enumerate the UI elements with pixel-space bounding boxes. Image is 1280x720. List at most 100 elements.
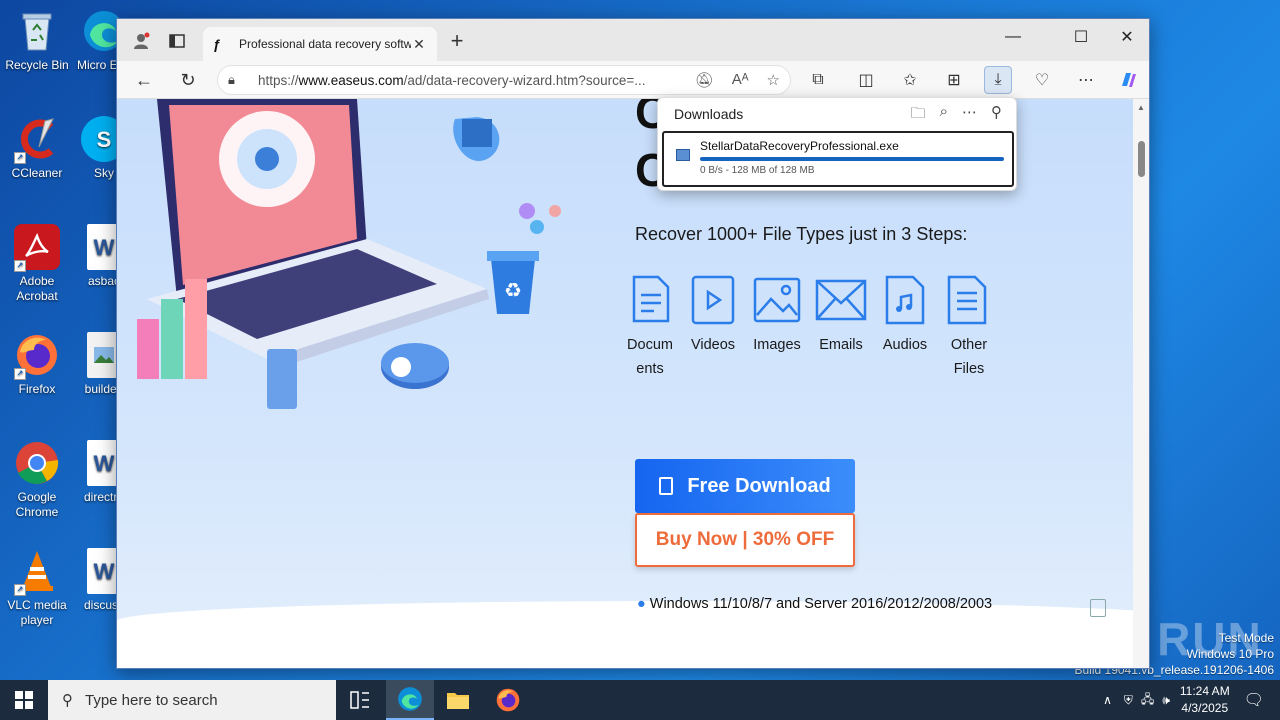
bullet-icon: ● xyxy=(637,596,646,612)
filetype-images: Images xyxy=(746,275,808,357)
navigation-toolbar: ← ↻ 🔒︎ https://www.easeus.com/ad/data-re… xyxy=(117,61,1149,99)
other-files-icon xyxy=(947,275,987,325)
windows-logo-icon xyxy=(15,691,33,709)
windows-icon xyxy=(659,477,674,495)
close-window-icon[interactable]: ✕ xyxy=(1104,23,1149,51)
notifications-icon[interactable]: 🗨︎ xyxy=(1244,690,1264,710)
security-icon[interactable]: ⛨ xyxy=(1124,693,1133,708)
taskbar-search-box[interactable]: ⚲ Type here to search xyxy=(48,680,336,720)
minimize-icon[interactable]: — xyxy=(990,23,1036,51)
download-progress-bar xyxy=(700,157,1004,161)
profile-icon[interactable] xyxy=(127,27,155,55)
desktop-icon-label: Google Chrome xyxy=(15,490,59,519)
scroll-up-icon[interactable]: ▲ xyxy=(1137,103,1145,112)
filetype-label: Other Files xyxy=(950,337,988,377)
tab-active[interactable]: ƒ Professional data recovery software ✕ xyxy=(203,27,437,61)
image-icon xyxy=(753,277,801,323)
lock-icon[interactable]: 🔒︎ xyxy=(228,72,244,88)
vlc-icon: ↗ xyxy=(14,548,60,596)
taskbar-firefox[interactable] xyxy=(484,680,532,720)
downloads-heading: Downloads xyxy=(674,106,744,122)
search-icon[interactable]: ⌕ xyxy=(940,103,948,128)
filetype-label: Emails xyxy=(819,337,863,353)
desktop-icon-vlc[interactable]: ↗ VLC media player xyxy=(1,548,73,628)
start-button[interactable] xyxy=(0,680,48,720)
taskbar: ⚲ Type here to search ∧ ⛨ 🖧︎ 🕪︎ 11:24 AM… xyxy=(0,680,1280,720)
desktop-icon-recycle-bin[interactable]: Recycle Bin xyxy=(1,8,73,73)
vertical-scrollbar[interactable]: ▲ xyxy=(1133,99,1149,668)
url-domain: www.easeus.com xyxy=(298,72,404,88)
taskbar-edge[interactable] xyxy=(386,680,434,720)
clock-date: 4/3/2025 xyxy=(1181,701,1229,715)
notifications-blocked-icon[interactable]: 🔕︎ xyxy=(695,71,714,89)
filetype-label: Docum ents xyxy=(627,337,673,377)
search-icon: ⚲ xyxy=(62,692,73,709)
filetype-label: Videos xyxy=(690,337,736,353)
desktop-icon-label: VLC media player xyxy=(7,598,67,627)
folder-icon xyxy=(447,693,469,709)
url-path: /ad/data-recovery-wizard.htm?source=... xyxy=(403,72,646,88)
document-icon xyxy=(632,275,670,323)
free-download-button[interactable]: Free Download xyxy=(635,459,855,513)
browser-essentials-icon[interactable]: ♡ xyxy=(1028,66,1056,94)
desktop-icon-firefox[interactable]: ↗ Firefox xyxy=(1,332,73,397)
ccleaner-icon: ↗ xyxy=(14,116,60,164)
network-icon[interactable]: 🖧︎ xyxy=(1141,690,1154,711)
close-tab-icon[interactable]: ✕ xyxy=(411,36,427,53)
system-tray: ∧ ⛨ 🖧︎ 🕪︎ 11:24 AM 4/3/2025 🗨︎ xyxy=(1103,680,1280,720)
favorite-star-icon[interactable]: ☆ xyxy=(767,71,780,89)
back-icon[interactable]: ← xyxy=(130,66,158,94)
os-support-text: ● Windows 11/10/8/7 and Server 2016/2012/… xyxy=(637,596,992,612)
desktop-icon-label: Sky xyxy=(93,166,114,180)
downloads-icon[interactable]: ⤓ xyxy=(984,66,1012,94)
shortcut-arrow-icon: ↗ xyxy=(14,584,26,596)
filetype-audios: Audios xyxy=(874,275,936,357)
desktop-icon-label: Recycle Bin xyxy=(5,58,69,72)
task-view-button[interactable] xyxy=(336,680,384,720)
desktop-icon-label: Adobe Acrobat xyxy=(16,274,58,303)
steps-heading: Recover 1000+ File Types just in 3 Steps… xyxy=(635,224,968,244)
shortcut-arrow-icon: ↗ xyxy=(14,152,26,164)
tab-actions-icon[interactable] xyxy=(163,27,191,55)
collections-icon[interactable]: ⊞ xyxy=(940,66,968,94)
buy-now-button[interactable]: Buy Now | 30% OFF xyxy=(635,513,855,567)
chat-widget-icon[interactable] xyxy=(1090,599,1106,617)
extensions-icon[interactable]: ⧉ xyxy=(804,66,832,94)
tab-bar: ƒ Professional data recovery software ✕ … xyxy=(117,19,1149,61)
desktop-icon-label: Firefox xyxy=(18,382,56,396)
edge-icon xyxy=(398,687,422,711)
filetype-label: Audios xyxy=(882,337,928,353)
maximize-icon[interactable]: ☐ xyxy=(1058,23,1104,51)
show-hidden-icons-icon[interactable]: ∧ xyxy=(1103,693,1112,707)
audio-icon xyxy=(885,275,925,325)
address-bar[interactable]: 🔒︎ https://www.easeus.com/ad/data-recove… xyxy=(217,65,791,95)
refresh-icon[interactable]: ↻ xyxy=(174,66,202,94)
download-file-name: StellarDataRecoveryProfessional.exe xyxy=(700,139,899,153)
download-status: 0 B/s - 128 MB of 128 MB xyxy=(700,165,815,176)
shortcut-arrow-icon: ↗ xyxy=(14,260,26,272)
new-tab-icon[interactable]: + xyxy=(443,27,471,55)
desktop-icon-ccleaner[interactable]: ↗ CCleaner xyxy=(1,116,73,181)
search-placeholder: Type here to search xyxy=(85,691,218,709)
split-screen-icon[interactable]: ◫ xyxy=(852,66,880,94)
chrome-icon xyxy=(14,440,60,486)
open-folder-icon[interactable]: 🗀 xyxy=(911,103,926,128)
more-options-icon[interactable]: ⋯ xyxy=(1072,66,1100,94)
desktop-icon-adobe-acrobat[interactable]: ↗ Adobe Acrobat xyxy=(1,224,73,304)
volume-icon[interactable]: 🕪︎ xyxy=(1162,693,1170,708)
easeus-favicon-icon: ƒ xyxy=(213,36,221,52)
read-aloud-icon[interactable]: Aᴬ xyxy=(732,71,749,89)
clock[interactable]: 11:24 AM 4/3/2025 xyxy=(1180,683,1230,717)
copilot-icon[interactable] xyxy=(1114,66,1142,94)
desktop-icon-google-chrome[interactable]: Google Chrome xyxy=(1,440,73,520)
url-prefix: https:// xyxy=(258,72,299,88)
favorites-icon[interactable]: ✩ xyxy=(896,66,924,94)
download-item[interactable]: StellarDataRecoveryProfessional.exe 0 B/… xyxy=(662,131,1014,187)
laptop-illustration: ♻ xyxy=(137,99,561,409)
more-options-icon[interactable]: ⋯ xyxy=(962,103,977,128)
email-icon xyxy=(815,279,867,321)
taskbar-file-explorer[interactable] xyxy=(434,680,482,720)
pin-icon[interactable]: ⚲ xyxy=(991,103,1002,128)
url-text: https://www.easeus.com/ad/data-recovery-… xyxy=(258,73,695,88)
scrollbar-thumb[interactable] xyxy=(1138,141,1145,177)
